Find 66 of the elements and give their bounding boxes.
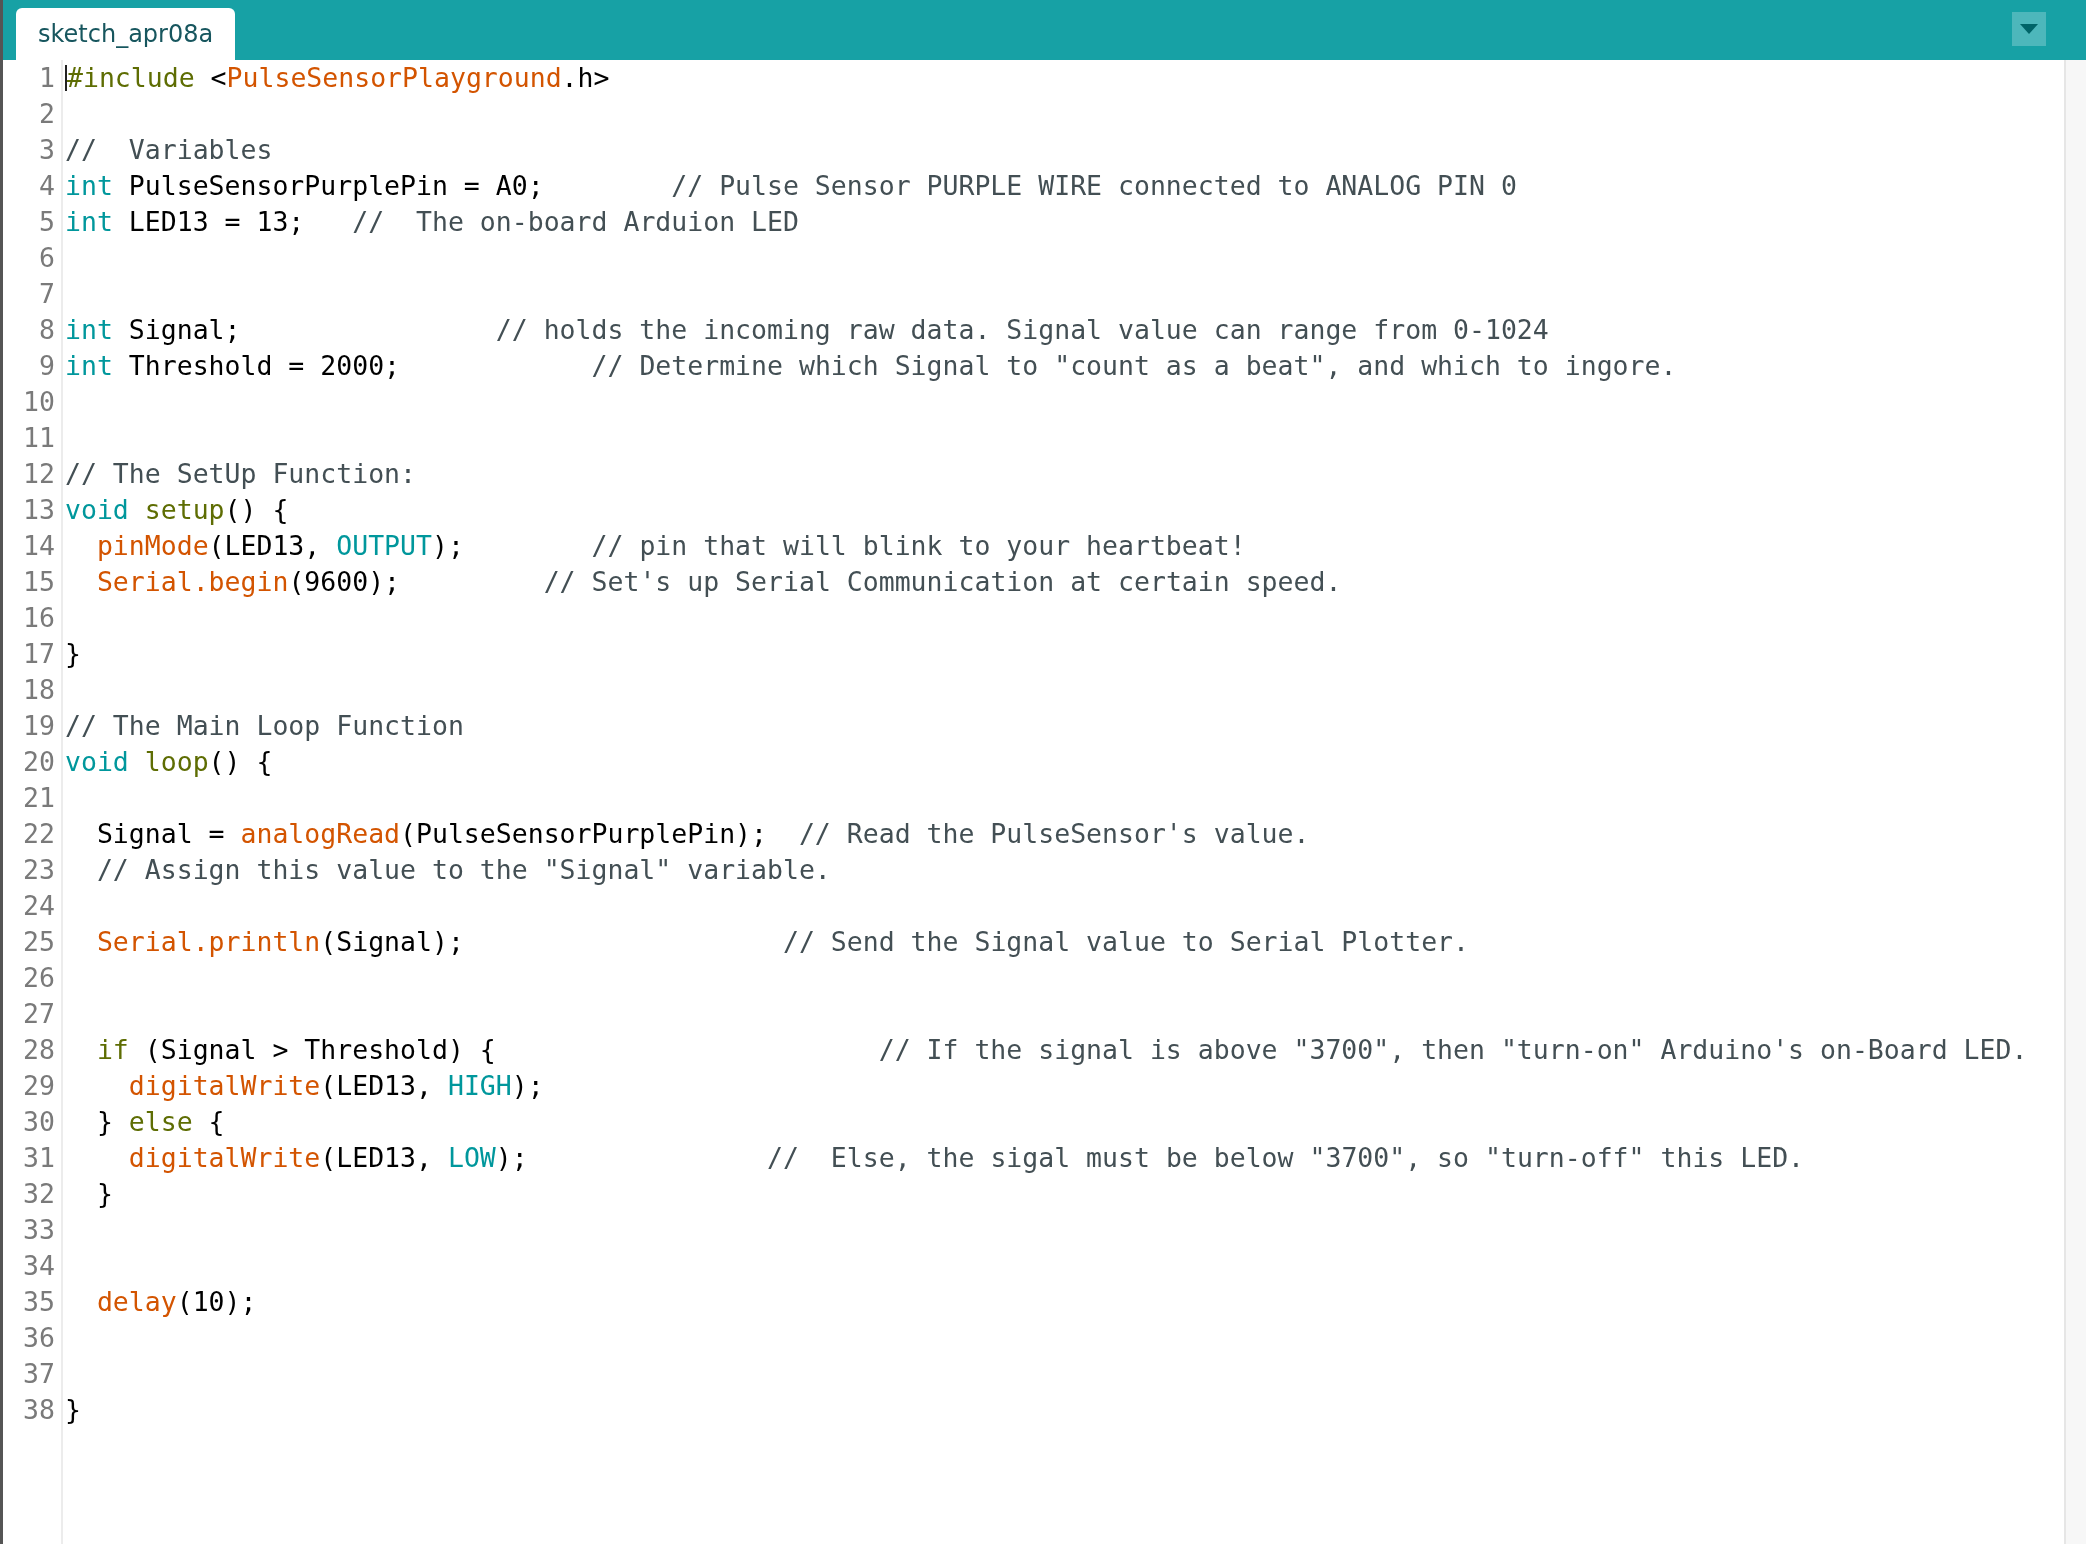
code-line: Signal = analogRead(PulseSensorPurplePin); // Read the PulseSensor's value.: [95, 817, 1310, 851]
scrollbar-track[interactable]: [2064, 60, 2086, 1544]
line-number: 28: [22, 1033, 55, 1067]
line-number: 9: [38, 349, 55, 383]
line-number: 15: [22, 565, 55, 599]
code-line: // The SetUp Function:: [65, 457, 416, 491]
code-line: delay(10);: [95, 1285, 257, 1319]
line-number: 24: [22, 889, 55, 923]
code-line: int PulseSensorPurplePin = A0; // Pulse Sensor PURPLE WIRE connected to ANALOG PIN 0: [65, 169, 1517, 203]
code-line: // Assign this value to the "Signal" variable.: [95, 853, 831, 887]
code-line: int Threshold = 2000; // Determine which Signal to "count as a beat", and which to ingore.: [65, 349, 1677, 383]
line-number: 17: [22, 637, 55, 671]
line-number: 20: [22, 745, 55, 779]
line-number: 25: [22, 925, 55, 959]
text-cursor: [65, 65, 67, 91]
line-number: 2: [38, 97, 55, 131]
line-number: 19: [22, 709, 55, 743]
line-number: 35: [22, 1285, 55, 1319]
code-line: // The Main Loop Function: [65, 709, 464, 743]
code-line: Serial.println(Signal); // Send the Signal value to Serial Plotter.: [95, 925, 1469, 959]
tab-menu-button[interactable]: [2012, 12, 2046, 46]
line-number: 22: [22, 817, 55, 851]
line-number: 30: [22, 1105, 55, 1139]
line-number: 23: [22, 853, 55, 887]
line-number: 29: [22, 1069, 55, 1103]
code-line: pinMode(LED13, OUTPUT); // pin that will blink to your heartbeat!: [95, 529, 1246, 563]
code-line: void setup() {: [65, 493, 289, 527]
line-number: 27: [22, 997, 55, 1031]
code-line: if (Signal > Threshold) { // If the signal is above "3700", then "turn-on" Arduino's on-Board LED.: [95, 1033, 2028, 1067]
line-number: 31: [22, 1141, 55, 1175]
line-number: 21: [22, 781, 55, 815]
line-number: 11: [22, 421, 55, 455]
code-line: // Variables: [65, 133, 273, 167]
line-number: 1: [38, 61, 55, 95]
line-number: 34: [22, 1249, 55, 1283]
file-tab[interactable]: sketch_apr08a: [16, 8, 236, 60]
line-number: 32: [22, 1177, 55, 1211]
line-number: 13: [22, 493, 55, 527]
code-line: Serial.begin(9600); // Set's up Serial Communication at certain speed.: [95, 565, 1342, 599]
line-number: 33: [22, 1213, 55, 1247]
line-number: 4: [38, 169, 55, 203]
code-line: int Signal; // holds the incoming raw data. Signal value can range from 0-1024: [65, 313, 1549, 347]
line-number: 26: [22, 961, 55, 995]
line-number: 36: [22, 1321, 55, 1355]
line-number: 6: [38, 241, 55, 275]
code-line: #include <PulseSensorPlayground.h>: [67, 61, 610, 95]
line-number: 37: [22, 1357, 55, 1391]
line-number: 10: [22, 385, 55, 419]
code-line: digitalWrite(LED13, HIGH);: [127, 1069, 544, 1103]
line-number: 12: [22, 457, 55, 491]
line-number: 38: [22, 1393, 55, 1427]
line-number: 16: [22, 601, 55, 635]
code-line: }: [65, 1393, 81, 1427]
caret-down-icon: [2020, 24, 2038, 34]
code-line: int LED13 = 13; // The on-board Arduion LED: [65, 205, 799, 239]
line-number: 14: [22, 529, 55, 563]
line-number: 8: [38, 313, 55, 347]
code-line: } else {: [95, 1105, 225, 1139]
code-line: void loop() {: [65, 745, 273, 779]
code-line: digitalWrite(LED13, LOW); // Else, the sigal must be below "3700", so "turn-off" this LED.: [127, 1141, 1805, 1175]
code-line: }: [95, 1177, 113, 1211]
line-number: 18: [22, 673, 55, 707]
line-number: 5: [38, 205, 55, 239]
code-line: }: [65, 637, 81, 671]
line-number: 3: [38, 133, 55, 167]
line-number: 7: [38, 277, 55, 311]
